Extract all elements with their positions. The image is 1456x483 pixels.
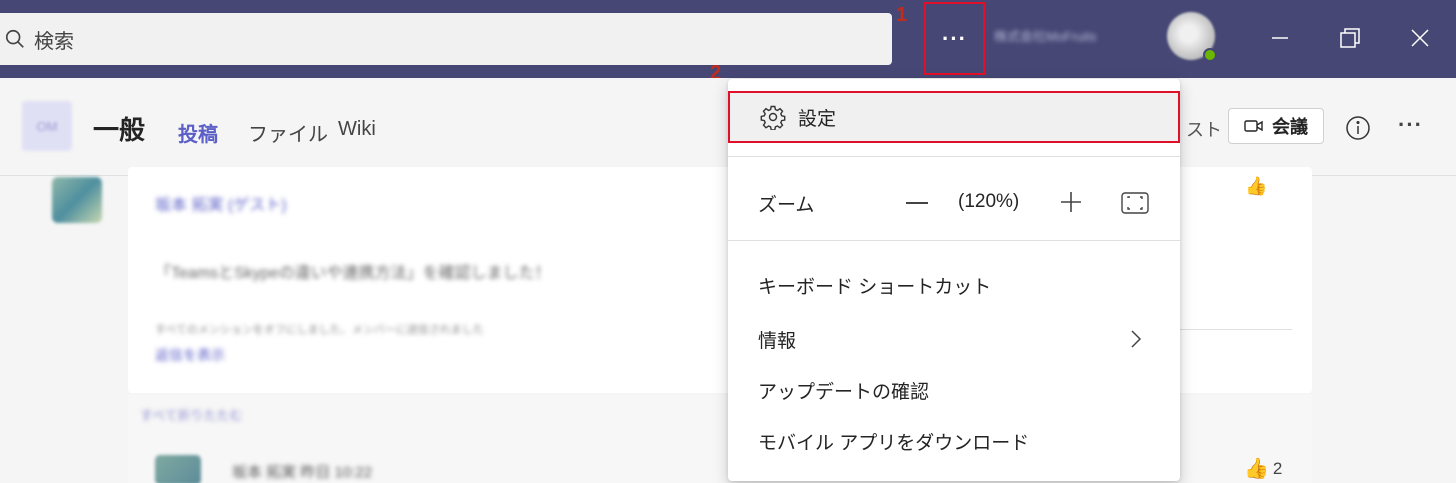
step-callout-1: 1 [896, 4, 908, 26]
partial-header-button[interactable]: スト [1186, 116, 1222, 142]
video-camera-icon [1244, 120, 1263, 132]
settings-and-more-button[interactable]: ··· [924, 2, 985, 75]
menu-item-check-updates[interactable]: アップデートの確認 [728, 370, 1180, 410]
search-box[interactable]: 検索 [0, 13, 892, 65]
channel-more-button[interactable]: ··· [1398, 112, 1423, 138]
gear-icon [760, 105, 786, 130]
search-placeholder: 検索 [34, 30, 74, 53]
title-bar: 検索 ··· 株式会社MoFruits [0, 0, 1456, 78]
tab-files[interactable]: ファイル [248, 118, 328, 147]
zoom-in-button[interactable] [1058, 189, 1084, 215]
zoom-label: ズーム [758, 194, 815, 216]
tab-posts[interactable]: 投稿 [178, 118, 218, 147]
chevron-right-icon [1131, 330, 1142, 348]
minimize-icon [1272, 37, 1288, 39]
meet-label: 会議 [1272, 117, 1308, 137]
org-name: 株式会社MoFruits [994, 29, 1097, 44]
show-replies-link[interactable]: 返信を表示 [155, 345, 225, 365]
restore-icon [1340, 28, 1360, 48]
zoom-level: (120%) [958, 191, 1020, 212]
menu-divider [728, 240, 1180, 241]
shortcuts-label: キーボード ショートカット [758, 276, 992, 298]
close-button[interactable] [1404, 22, 1436, 54]
post-divider [1180, 329, 1292, 330]
team-avatar: OM [22, 101, 72, 151]
reply-author: 坂本 拓実 昨日 10:22 [232, 464, 373, 481]
menu-divider [728, 156, 1180, 157]
reply-author-avatar [155, 455, 201, 483]
like-count: 2 [1272, 458, 1283, 478]
about-label: 情報 [758, 330, 797, 352]
minus-icon [906, 202, 928, 204]
info-icon[interactable] [1344, 114, 1372, 142]
channel-name: 一般 [93, 115, 146, 145]
tab-wiki[interactable]: Wiki [338, 118, 376, 141]
author-avatar [52, 177, 102, 223]
menu-item-download-mobile[interactable]: モバイル アプリをダウンロード [728, 421, 1180, 461]
presence-available-icon [1203, 48, 1217, 62]
post-meta: すべてのメンションをオフにしました、メンバーに送信されました [155, 324, 484, 336]
meet-button[interactable]: 会議 [1228, 108, 1324, 144]
menu-item-zoom: ズーム (120%) [728, 179, 1180, 227]
download-mobile-label: モバイル アプリをダウンロード [758, 432, 1030, 454]
menu-item-about[interactable]: 情報 [728, 319, 1180, 359]
settings-label: 設定 [798, 108, 837, 130]
post-author: 坂本 拓実 (ゲスト) [155, 197, 287, 214]
collapse-all-link[interactable]: すべて折りたたむ [140, 405, 243, 424]
minimize-button[interactable] [1264, 22, 1296, 54]
like-reaction[interactable]: 👍 2 [1244, 456, 1282, 481]
menu-item-settings[interactable]: 設定 [728, 91, 1180, 143]
thumbs-up-icon: 👍 [1244, 458, 1269, 480]
maximize-button[interactable] [1334, 22, 1366, 54]
settings-and-more-menu: 設定 ズーム (120%) キーボード ショートカット 情報 アップデートの確認… [728, 79, 1180, 481]
post-message: 「TeamsとSkypeの違いや連携方法」を確認しました！ [155, 265, 551, 282]
menu-item-keyboard-shortcuts[interactable]: キーボード ショートカット [728, 265, 1180, 305]
zoom-out-button[interactable] [900, 190, 934, 216]
like-reaction-icon[interactable]: 👍 [1245, 176, 1267, 197]
check-updates-label: アップデートの確認 [758, 381, 930, 403]
close-icon [1411, 29, 1429, 47]
search-icon [5, 29, 24, 48]
fit-screen-icon[interactable] [1120, 191, 1150, 215]
